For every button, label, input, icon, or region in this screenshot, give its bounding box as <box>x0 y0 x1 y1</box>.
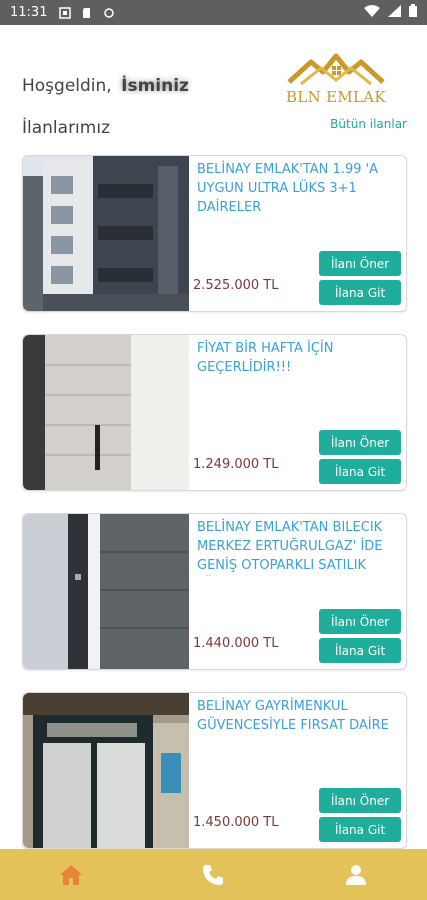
listing-card[interactable]: FİYAT BİR HAFTA İÇİN GEÇERLİDİR!!! 1.249… <box>22 334 407 491</box>
signal-icon <box>388 4 401 21</box>
greeting: Hoşgeldin, İsminiz <box>22 76 189 96</box>
listing-card[interactable]: BELİNAY EMLAK'TAN Bilecik Merkez ERTUĞRU… <box>22 513 407 670</box>
status-time: 11:31 <box>10 5 48 20</box>
listing-photo <box>23 514 189 669</box>
listing-price: 1.450.000 TL <box>193 815 279 830</box>
home-icon[interactable] <box>57 861 85 889</box>
logo-text: BLN EMLAK <box>286 88 386 106</box>
recommend-listing-button[interactable]: İlanı Öner <box>319 788 401 813</box>
sd-card-icon <box>81 7 93 19</box>
wifi-icon <box>364 4 380 21</box>
go-to-listing-button[interactable]: İlana Git <box>319 280 401 305</box>
go-to-listing-button[interactable]: İlana Git <box>319 459 401 484</box>
listing-title[interactable]: FİYAT BİR HAFTA İÇİN GEÇERLİDİR!!! <box>197 339 397 377</box>
listing-price: 2.525.000 TL <box>193 278 279 293</box>
recommend-listing-button[interactable]: İlanı Öner <box>319 251 401 276</box>
listing-photo <box>23 335 189 490</box>
listing-photo <box>23 693 189 848</box>
recommend-listing-button[interactable]: İlanı Öner <box>319 609 401 634</box>
listing-title[interactable]: BELİNAY EMLAK'TAN 1.99 'A UYGUN ULTRA LÜ… <box>197 160 397 217</box>
listing-card[interactable]: BELİNAY GAYRİMENKUL GÜVENCESİYLE FIRSAT … <box>22 692 407 849</box>
all-listings-link[interactable]: Bütün ilanlar <box>330 117 407 131</box>
battery-icon <box>409 4 417 21</box>
sync-icon <box>103 7 115 19</box>
phone-icon[interactable] <box>199 861 227 889</box>
notification-icon <box>59 6 72 19</box>
listing-title[interactable]: BELİNAY GAYRİMENKUL GÜVENCESİYLE FIRSAT … <box>197 697 397 735</box>
listing-price: 1.249.000 TL <box>193 457 279 472</box>
listing-title[interactable]: BELİNAY EMLAK'TAN Bilecik Merkez ERTUĞRU… <box>197 518 397 576</box>
person-icon[interactable] <box>342 861 370 889</box>
go-to-listing-button[interactable]: İlana Git <box>319 817 401 842</box>
greeting-label: Hoşgeldin, <box>22 76 112 96</box>
brand-logo: BLN EMLAK <box>281 50 391 106</box>
listing-photo <box>23 156 189 311</box>
status-bar: 11:31 <box>0 0 427 25</box>
logo-roof-icon <box>287 53 385 86</box>
listing-price: 1.440.000 TL <box>193 636 279 651</box>
section-title: İlanlarımız <box>22 118 110 138</box>
go-to-listing-button[interactable]: İlana Git <box>319 638 401 663</box>
listing-card[interactable]: BELİNAY EMLAK'TAN 1.99 'A UYGUN ULTRA LÜ… <box>22 155 407 312</box>
bottom-navigation <box>0 849 427 900</box>
user-name: İsminiz <box>121 76 189 96</box>
recommend-listing-button[interactable]: İlanı Öner <box>319 430 401 455</box>
